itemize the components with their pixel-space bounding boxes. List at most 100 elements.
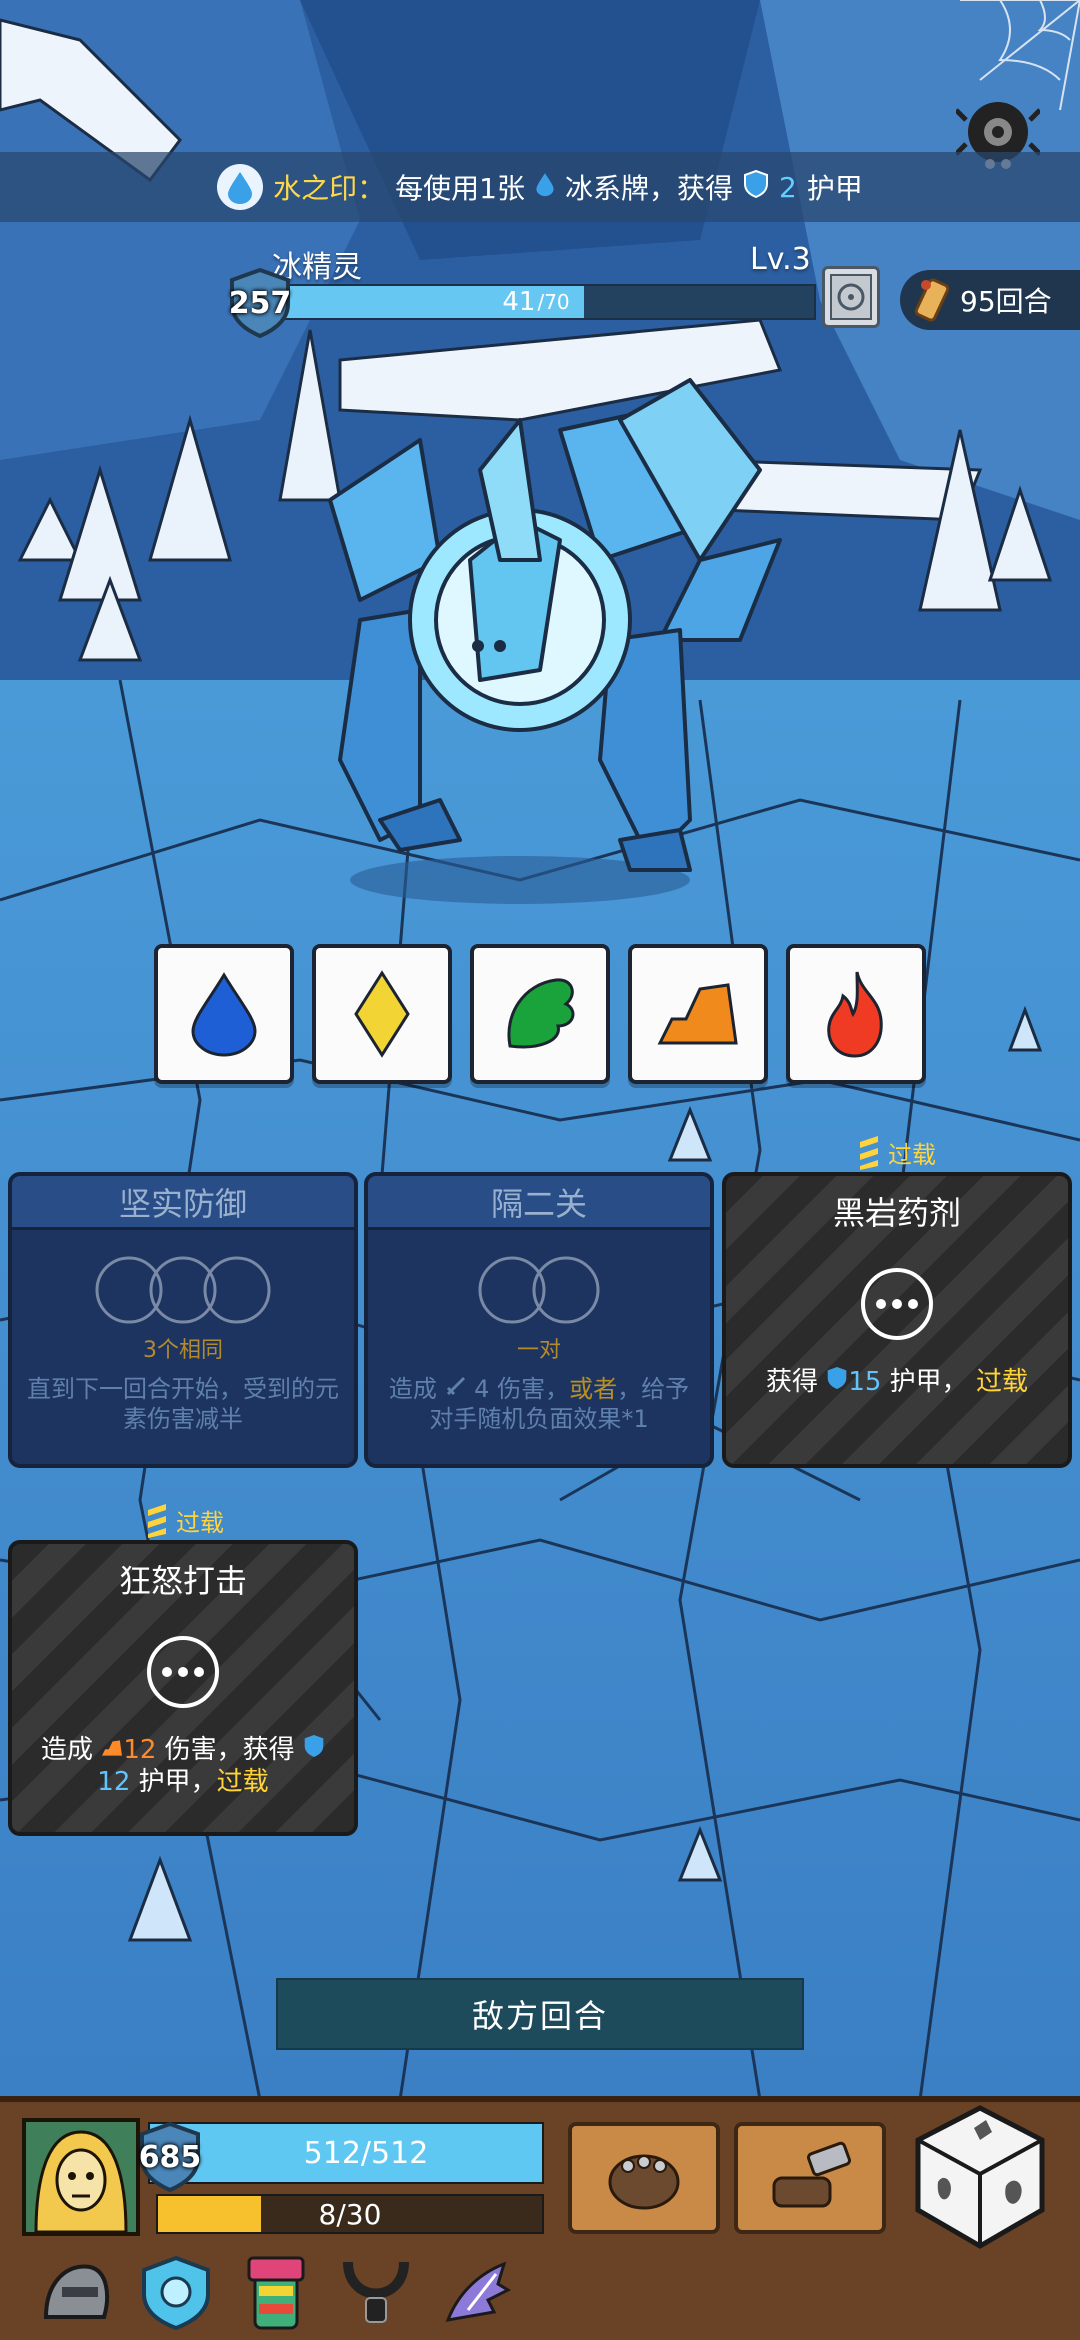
enemy-deck-button[interactable] xyxy=(822,266,880,328)
equip-totem[interactable] xyxy=(236,2252,316,2332)
element-slot-fire[interactable] xyxy=(786,944,926,1084)
dice-roll-button[interactable] xyxy=(910,2102,1050,2252)
more-dots-icon xyxy=(147,1636,219,1708)
water-drop-icon xyxy=(217,164,264,210)
scroll-icon xyxy=(914,278,950,322)
turn-counter: 95回合 xyxy=(900,270,1080,330)
desc-part: 伤害，获得 xyxy=(164,1735,295,1765)
overload-keyword: 过载 xyxy=(975,1367,1028,1397)
card-solid-defense[interactable]: 坚实防御 3个相同 直到下一回合开始，受到的元素伤害减半 xyxy=(8,1172,358,1468)
element-slot-wood[interactable] xyxy=(470,944,610,1084)
totem-icon xyxy=(247,2256,305,2330)
armor-shield-icon xyxy=(303,1735,325,1765)
card-description: 造成 4 伤害，或者，给予对手随机负面效果*1 xyxy=(368,1364,710,1434)
element-slot-water[interactable] xyxy=(154,944,294,1084)
element-slot-lightning[interactable] xyxy=(312,944,452,1084)
overload-tag-label: 过载 xyxy=(176,1508,224,1537)
player-hp-text: 512/512 xyxy=(303,2135,429,2171)
equip-helmet[interactable] xyxy=(36,2252,116,2332)
enemy-turn-button[interactable]: 敌方回合 xyxy=(276,1978,804,2050)
more-dots-icon xyxy=(861,1268,933,1340)
overload-keyword: 过载 xyxy=(216,1767,269,1797)
desc-part: 造成 xyxy=(41,1735,94,1765)
seal-title: 水之印： xyxy=(273,172,386,205)
equip-claw[interactable] xyxy=(436,2252,516,2332)
skill-slot-hammer[interactable] xyxy=(734,2122,886,2234)
orange-rock-icon xyxy=(657,983,738,1045)
seal-armor-value: 2 xyxy=(779,170,797,204)
enemy-hp-max: /70 xyxy=(537,290,570,314)
card-description: 造成 12 伤害，获得 12 护甲，过载 xyxy=(12,1708,354,1798)
hero-portrait-icon xyxy=(26,2122,136,2232)
damage-value: 12 xyxy=(123,1735,157,1765)
necklace-icon xyxy=(343,2261,409,2323)
seal-text-b: 冰系牌，获得 xyxy=(564,172,733,205)
card-title: 坚实防御 xyxy=(12,1176,354,1230)
water-drop-icon xyxy=(535,171,555,204)
equipment-row xyxy=(36,2252,536,2338)
seal-text-c: 护甲 xyxy=(806,172,863,205)
fist-icon xyxy=(608,2154,680,2210)
turn-counter-label: 95回合 xyxy=(960,285,1052,318)
player-shield-value: 685 xyxy=(138,2139,202,2175)
card-title: 黑岩药剂 xyxy=(832,1194,961,1232)
card-requirement: 3个相同 xyxy=(143,1338,223,1363)
fire-icon xyxy=(827,971,883,1058)
desc-part: 护甲， xyxy=(138,1767,217,1797)
overload-stripes-icon xyxy=(148,1504,166,1538)
enemy-hp-current: 41 xyxy=(502,287,536,317)
energy-text: 8/30 xyxy=(318,2197,382,2231)
energy-bar: 8/30 xyxy=(156,2194,544,2234)
armor-shield-icon xyxy=(743,169,769,205)
desc-part: 伤害， xyxy=(497,1375,570,1403)
player-avatar[interactable] xyxy=(22,2118,140,2236)
enemy-hp-bar: 41 /70 xyxy=(256,284,816,320)
equip-necklace[interactable] xyxy=(336,2252,416,2332)
element-slot-earth[interactable] xyxy=(628,944,768,1084)
card-title: 狂怒打击 xyxy=(118,1562,247,1600)
ice-shield-icon xyxy=(142,2255,210,2330)
card-separate[interactable]: 隔二关 一对 造成 4 伤害，或者，给予对手随机负面效果*1 xyxy=(364,1172,714,1468)
desc-part: 造成 xyxy=(388,1375,437,1403)
helmet-icon xyxy=(43,2264,110,2319)
player-hp-bar: 512/512 xyxy=(148,2122,544,2184)
card-rage-strike[interactable]: 狂怒打击 造成 12 伤害，获得 12 护甲，过载 xyxy=(8,1540,358,1836)
card-black-rock-potion[interactable]: 黑岩药剂 获得 15 护甲， 过载 xyxy=(722,1172,1072,1468)
desc-part: 护甲， xyxy=(889,1367,968,1397)
overload-tag-label: 过载 xyxy=(888,1140,936,1169)
armor-value: 12 xyxy=(97,1767,131,1797)
player-panel: 512/512 685 8/30 xyxy=(0,2096,1080,2340)
seal-text-a: 每使用1张 xyxy=(395,172,525,205)
player-shield-badge: 685 xyxy=(138,2121,202,2193)
damage-value: 4 xyxy=(474,1375,490,1403)
overload-tag: 过载 xyxy=(144,1502,224,1538)
enemy-level: Lv.3 xyxy=(750,242,811,277)
overload-tag: 过载 xyxy=(856,1134,936,1170)
desc-part: 获得 xyxy=(766,1367,819,1397)
equip-ice-shield[interactable] xyxy=(136,2252,216,2332)
card-description: 获得 15 护甲， 过载 xyxy=(726,1340,1068,1398)
claw-icon xyxy=(445,2261,512,2322)
water-drop-icon xyxy=(191,972,257,1057)
or-keyword: 或者 xyxy=(569,1375,618,1403)
hammer-icon xyxy=(772,2141,851,2208)
disc-icon xyxy=(830,274,872,320)
seal-effect-bar: 水之印： 每使用1张 冰系牌，获得 2 护甲 xyxy=(0,152,1080,222)
card-requirement: 一对 xyxy=(516,1338,561,1363)
armor-shield-icon xyxy=(826,1367,848,1397)
enemy-shield-badge: 257 xyxy=(228,267,292,339)
skill-slot-fist[interactable] xyxy=(568,2122,720,2234)
dice-slots xyxy=(368,1252,710,1328)
two-circle-slots-icon xyxy=(478,1256,600,1324)
dice-slots xyxy=(12,1252,354,1328)
card-description: 直到下一回合开始，受到的元素伤害减半 xyxy=(27,1375,339,1433)
enemy-hp-text: 41 /70 xyxy=(258,286,814,318)
sword-icon xyxy=(445,1375,467,1403)
card-title: 隔二关 xyxy=(368,1176,710,1230)
three-circle-slots-icon xyxy=(95,1256,271,1324)
yellow-diamond-icon xyxy=(354,970,410,1058)
green-leaf-icon xyxy=(507,978,575,1049)
overload-stripes-icon xyxy=(860,1136,878,1170)
armor-value: 15 xyxy=(848,1367,882,1397)
orange-rock-icon xyxy=(101,1735,123,1765)
